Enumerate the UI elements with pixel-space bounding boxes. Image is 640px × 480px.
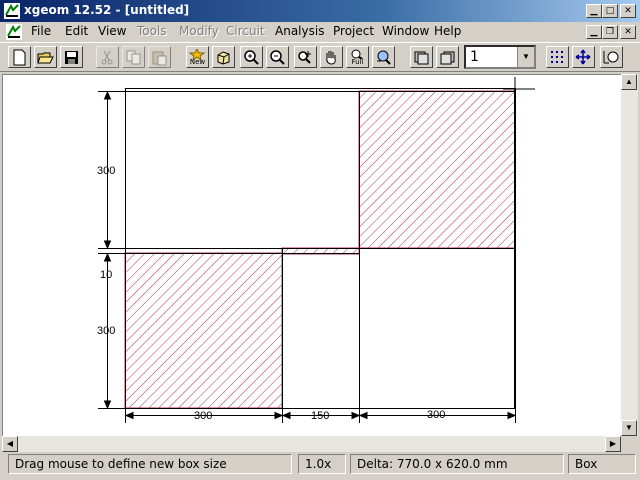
layers-up-button[interactable] <box>410 46 433 68</box>
layers-stack-icon <box>414 51 429 65</box>
menu-modify[interactable]: Modify <box>179 24 219 38</box>
open-button[interactable] <box>34 46 57 68</box>
menu-window[interactable]: Window <box>382 24 429 38</box>
hand-icon <box>326 51 336 65</box>
menu-view[interactable]: View <box>98 24 126 38</box>
new-label: New <box>189 58 206 66</box>
status-bar: Drag mouse to define new box size 1.0x D… <box>0 452 640 480</box>
save-button[interactable] <box>60 46 83 68</box>
pan-button[interactable] <box>320 46 343 68</box>
grid-dots-icon <box>551 51 563 63</box>
hatched-box-top-right[interactable] <box>358 90 516 249</box>
menu-project[interactable]: Project <box>333 24 374 38</box>
menu-bar: File Edit View Tools Modify Circuit Anal… <box>0 22 640 41</box>
status-mode: Box <box>568 454 636 474</box>
paste-icon <box>152 51 167 66</box>
paste-button[interactable] <box>148 46 171 68</box>
scroll-right-button[interactable]: ▶ <box>605 436 621 452</box>
cube-icon <box>217 51 230 65</box>
dim-label-left-gap: 10 <box>100 269 112 281</box>
move-button[interactable] <box>572 46 595 68</box>
close-button[interactable]: ✕ <box>620 4 636 18</box>
minimize-button[interactable]: ▁ <box>586 4 602 18</box>
dim-label-left-top: 300 <box>97 165 115 177</box>
child-minimize-button[interactable]: ▁ <box>586 25 602 39</box>
toolbar: New Full <box>0 42 640 72</box>
cut-button[interactable] <box>96 46 119 68</box>
dim-label-bottom-3: 300 <box>427 409 445 421</box>
grid-toggle-button[interactable] <box>546 46 569 68</box>
scroll-down-button[interactable]: ▼ <box>621 420 637 436</box>
menu-file[interactable]: File <box>31 24 51 38</box>
child-close-button[interactable]: ✕ <box>620 25 636 39</box>
scissors-icon <box>101 50 113 65</box>
menu-analysis[interactable]: Analysis <box>275 24 324 38</box>
3d-view-button[interactable] <box>212 46 235 68</box>
menu-help[interactable]: Help <box>434 24 461 38</box>
document-icon[interactable] <box>6 24 22 40</box>
app-icon[interactable] <box>4 3 20 19</box>
zoom-box-icon <box>298 51 311 64</box>
copy-icon <box>126 50 141 65</box>
zoom-out-icon <box>270 50 285 65</box>
dim-label-bottom-1: 300 <box>194 410 212 422</box>
layout-drawing: 300 10 300 300 150 300 <box>97 77 535 423</box>
status-message: Drag mouse to define new box size <box>8 454 292 474</box>
layer-select[interactable]: 1 ▼ <box>464 45 536 69</box>
scroll-up-button[interactable]: ▲ <box>621 74 637 90</box>
zoom-out-button[interactable] <box>266 46 289 68</box>
menu-edit[interactable]: Edit <box>65 24 88 38</box>
chevron-down-icon[interactable]: ▼ <box>517 47 534 67</box>
dim-label-left-bottom: 300 <box>97 325 115 337</box>
layer-select-value: 1 <box>470 49 479 65</box>
floppy-disk-icon <box>65 51 78 64</box>
full-label: Full <box>351 58 364 66</box>
title-bar: xgeom 12.52 - [untitled] ▁ □ ✕ <box>0 0 640 22</box>
measure-button[interactable] <box>600 46 623 68</box>
scroll-left-button[interactable]: ◀ <box>2 436 18 452</box>
drawing-canvas[interactable]: 300 10 300 300 150 300 <box>2 74 621 436</box>
layers-down-button[interactable] <box>436 46 459 68</box>
zoom-previous-icon <box>377 50 391 65</box>
window-title: xgeom 12.52 - [untitled] <box>24 3 190 17</box>
copy-button[interactable] <box>122 46 145 68</box>
dim-label-bottom-2: 150 <box>311 410 329 422</box>
open-folder-icon <box>37 52 54 64</box>
zoom-in-button[interactable] <box>240 46 263 68</box>
menu-tools[interactable]: Tools <box>137 24 167 38</box>
hatched-box-bottom-left[interactable] <box>124 252 283 409</box>
status-zoom: 1.0x <box>298 454 346 474</box>
child-restore-button[interactable]: ❐ <box>602 25 618 39</box>
zoom-full-button[interactable]: Full <box>346 46 369 68</box>
new-file-icon <box>13 49 26 66</box>
zoom-in-icon <box>244 50 259 65</box>
zoom-window-button[interactable] <box>294 46 317 68</box>
measure-circle-icon <box>603 51 619 64</box>
move-arrows-icon <box>575 49 591 65</box>
vertical-scrollbar[interactable]: ▲ ▼ <box>621 74 638 436</box>
status-delta: Delta: 770.0 x 620.0 mm <box>350 454 564 474</box>
scroll-corner <box>621 436 640 452</box>
new-layer-button[interactable]: New <box>186 46 209 68</box>
horizontal-scrollbar[interactable]: ◀ ▶ <box>2 436 621 452</box>
menu-circuit[interactable]: Circuit <box>226 24 265 38</box>
layers-stack-alt-icon <box>440 51 455 65</box>
maximize-button[interactable]: □ <box>602 4 618 18</box>
zoom-previous-button[interactable] <box>372 46 395 68</box>
new-file-button[interactable] <box>8 46 31 68</box>
